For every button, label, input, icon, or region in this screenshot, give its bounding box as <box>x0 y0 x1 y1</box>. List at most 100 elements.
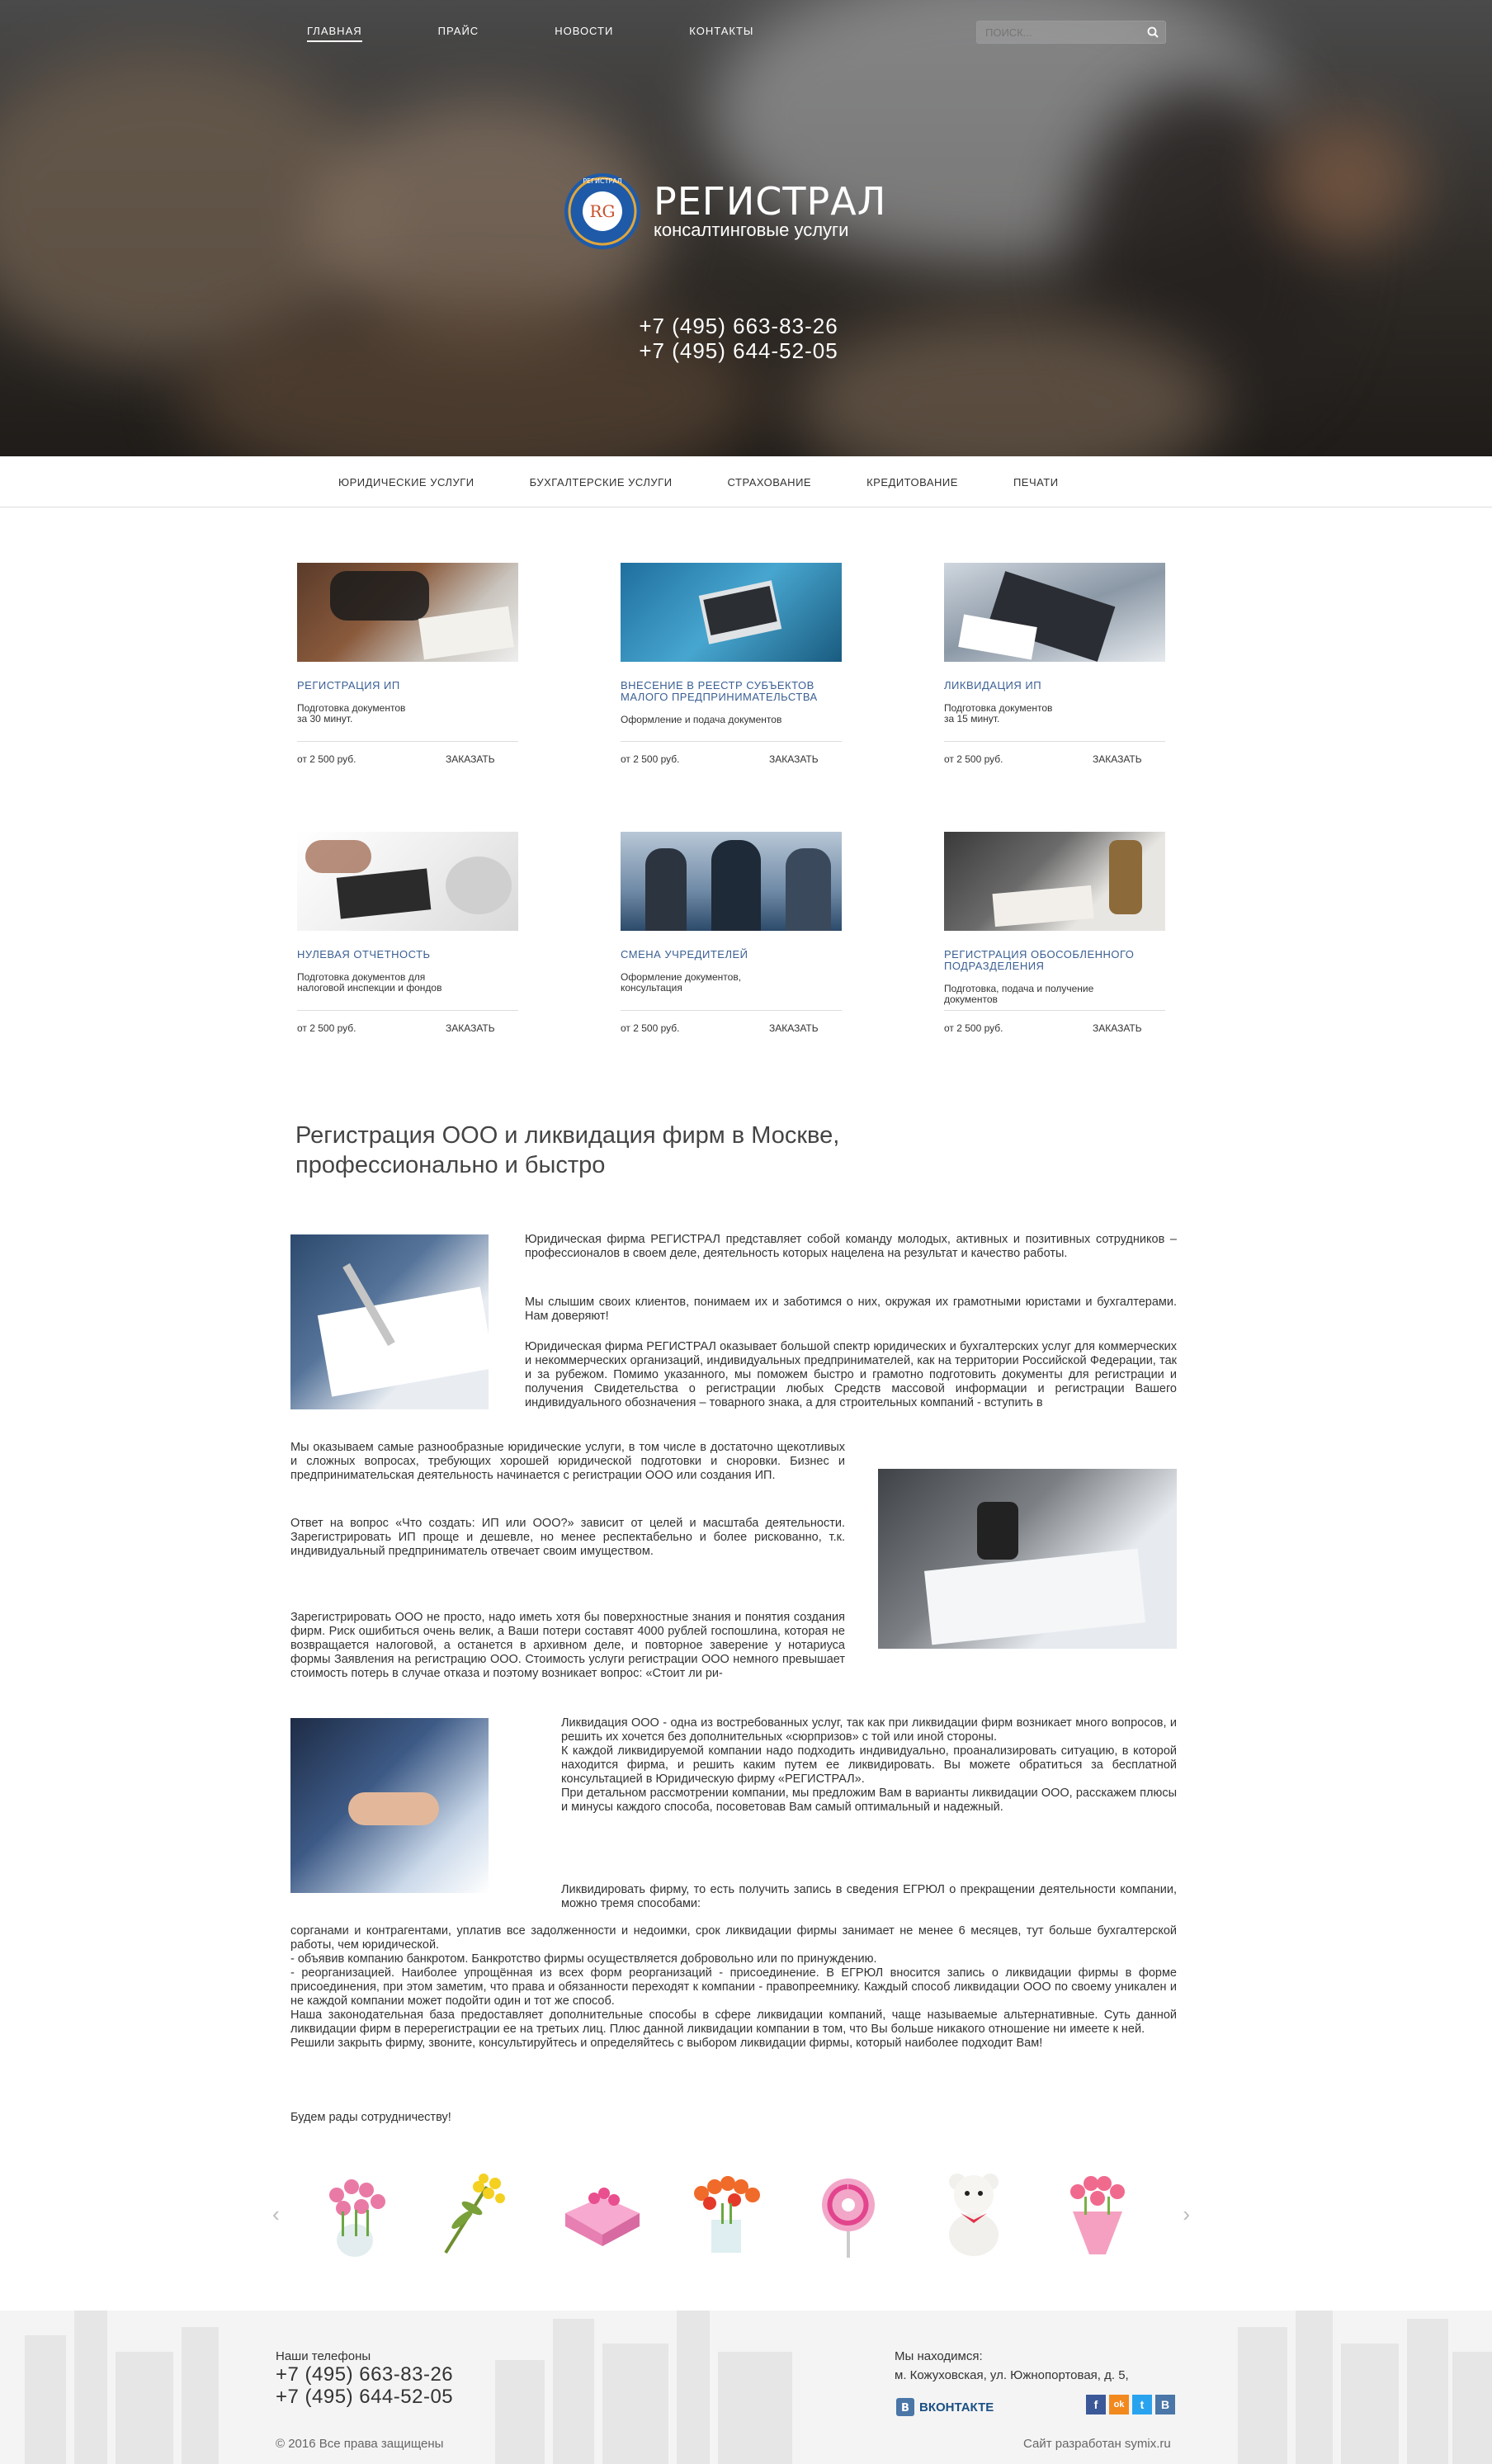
orange-tulips-icon[interactable] <box>677 2162 776 2261</box>
card-desc: Оформление и подача документов <box>621 714 782 725</box>
footer-phones: Наши телефоны +7 (495) 663-83-26 +7 (495… <box>276 2349 453 2408</box>
search-input[interactable] <box>977 21 1134 43</box>
subnav-insurance[interactable]: СТРАХОВАНИЕ <box>728 476 812 489</box>
card-desc: Подготовка документов для налоговой инсп… <box>297 971 442 994</box>
carousel-prev-icon[interactable]: ‹ <box>272 2202 280 2227</box>
order-button[interactable]: ЗАКАЗАТЬ <box>769 753 819 765</box>
facebook-icon[interactable]: f <box>1086 2395 1106 2414</box>
card-price: от 2 500 руб. <box>621 1022 680 1034</box>
social-links: f ok t B <box>1086 2395 1175 2414</box>
card-title[interactable]: Нулевая отчетность <box>297 949 518 961</box>
hero-phones: +7 (495) 663-83-26 +7 (495) 644-52-05 <box>0 314 1477 363</box>
nav-home[interactable]: ГЛАВНАЯ <box>307 25 362 42</box>
nav-price[interactable]: ПРАЙС <box>438 25 479 42</box>
card-price: от 2 500 руб. <box>297 1022 356 1034</box>
card-title[interactable]: Смена учредителей <box>621 949 842 961</box>
footer-location: Мы находимся: м. Кожуховская, ул. Южнопо… <box>895 2349 1129 2382</box>
article-p3: Юридическая фирма РЕГИСТРАЛ оказывает бо… <box>525 1340 1177 1409</box>
order-button[interactable]: ЗАКАЗАТЬ <box>1093 753 1142 765</box>
developer-credit[interactable]: Сайт разработан symix.ru <box>1023 2437 1171 2451</box>
gift-box-icon[interactable] <box>553 2162 652 2261</box>
city-skyline-icon <box>25 2311 1492 2464</box>
card-image <box>944 563 1165 662</box>
card-title[interactable]: Внесение в реестр субъектов малого предп… <box>621 680 842 703</box>
card-title[interactable]: Ликвидация ИП <box>944 680 1165 692</box>
card-desc: Оформление документов, консультация <box>621 971 742 994</box>
footer-phones-label: Наши телефоны <box>276 2349 371 2363</box>
service-card-smb-registry[interactable]: Внесение в реестр субъектов малого предп… <box>621 563 842 765</box>
search-icon[interactable] <box>1147 26 1159 38</box>
card-price: от 2 500 руб. <box>944 1022 1003 1034</box>
subnav-stamps[interactable]: ПЕЧАТИ <box>1013 476 1059 489</box>
service-card-ip-registration[interactable]: Регистрация ИП Подготовка документов за … <box>297 563 518 765</box>
nav-contacts[interactable]: КОНТАКТЫ <box>689 25 753 42</box>
article-p1: Юридическая фирма РЕГИСТРАЛ представляет… <box>525 1233 1177 1260</box>
subnav-legal[interactable]: ЮРИДИЧЕСКИЕ УСЛУГИ <box>338 476 475 489</box>
mimosa-icon[interactable] <box>429 2162 528 2261</box>
order-button[interactable]: ЗАКАЗАТЬ <box>446 753 495 765</box>
service-card-ip-liquidation[interactable]: Ликвидация ИП Подготовка документов за 1… <box>944 563 1165 765</box>
search-box <box>976 21 1166 44</box>
vk-icon: B <box>896 2398 914 2416</box>
card-price: от 2 500 руб. <box>297 753 356 765</box>
footer-phone-1[interactable]: +7 (495) 663-83-26 <box>276 2363 453 2386</box>
gift-carousel: ‹ › <box>272 2154 1190 2269</box>
article-p6: Зарегистрировать ООО не просто, надо име… <box>290 1611 845 1680</box>
copyright: © 2016 Все права защищены <box>276 2437 444 2451</box>
footer-location-label: Мы находимся: <box>895 2349 983 2363</box>
carousel-next-icon[interactable]: › <box>1183 2202 1190 2227</box>
card-price: от 2 500 руб. <box>944 753 1003 765</box>
odnoklassniki-icon[interactable]: ok <box>1109 2395 1129 2414</box>
card-image <box>297 832 518 931</box>
card-image <box>297 563 518 662</box>
services-nav: ЮРИДИЧЕСКИЕ УСЛУГИ БУХГАЛТЕРСКИЕ УСЛУГИ … <box>0 456 1492 507</box>
seal-text: РЕГИСТРАЛ <box>583 177 622 185</box>
article-p10: Будем рады сотрудничеству! <box>290 2111 451 2124</box>
footer-phone-2[interactable]: +7 (495) 644-52-05 <box>276 2386 453 2408</box>
seal-icon: RG РЕГИСТРАЛ <box>564 173 640 249</box>
order-button[interactable]: ЗАКАЗАТЬ <box>1093 1022 1142 1034</box>
footer <box>0 2311 1492 2464</box>
order-button[interactable]: ЗАКАЗАТЬ <box>769 1022 819 1034</box>
card-image <box>621 563 842 662</box>
svg-text:RG: RG <box>589 201 615 221</box>
service-card-branch-registration[interactable]: Регистрация обособленного подразделения … <box>944 832 1165 1034</box>
vkontakte-icon[interactable]: B <box>1155 2395 1175 2414</box>
hero-phone-2[interactable]: +7 (495) 644-52-05 <box>0 338 1477 363</box>
article-heading: Регистрация ООО и ликвидация фирм в Моск… <box>295 1122 840 1178</box>
article-p8: Ликвидировать фирму, то есть получить за… <box>561 1883 1177 1910</box>
lollipop-icon[interactable] <box>800 2162 899 2261</box>
vk-label: ВКОНТАКТЕ <box>919 2400 994 2414</box>
article-p7: Ликвидация ООО - одна из востребованных … <box>561 1716 1177 1814</box>
footer-address: м. Кожуховская, ул. Южнопортовая, д. 5, <box>895 2368 1129 2382</box>
service-card-zero-reporting[interactable]: Нулевая отчетность Подготовка документов… <box>297 832 518 1034</box>
article-photo-signing <box>290 1234 489 1409</box>
nav-news[interactable]: НОВОСТИ <box>555 25 613 42</box>
subnav-credit[interactable]: КРЕДИТОВАНИЕ <box>866 476 958 489</box>
brand-logo[interactable]: RG РЕГИСТРАЛ РЕГИСТРАЛ консалтинговые ус… <box>561 170 886 253</box>
article-photo-handshake <box>290 1718 489 1893</box>
tulips-vase-icon[interactable] <box>305 2162 404 2261</box>
card-desc: Подготовка, подача и получение документо… <box>944 983 1094 1005</box>
top-nav: ГЛАВНАЯ ПРАЙС НОВОСТИ КОНТАКТЫ <box>307 25 829 42</box>
card-desc: Подготовка документов за 30 минут. <box>297 702 406 725</box>
article-p5: Ответ на вопрос «Что создать: ИП или ООО… <box>290 1517 845 1558</box>
svg-text:B: B <box>901 2402 909 2414</box>
card-title[interactable]: Регистрация ИП <box>297 680 518 692</box>
order-button[interactable]: ЗАКАЗАТЬ <box>446 1022 495 1034</box>
vk-link[interactable]: B ВКОНТАКТЕ <box>896 2398 994 2416</box>
tulip-bouquet-icon[interactable] <box>1048 2162 1147 2261</box>
card-image <box>621 832 842 931</box>
teddy-bear-icon[interactable] <box>924 2162 1023 2261</box>
article-p2: Мы слышим своих клиентов, понимаем их и … <box>525 1296 1177 1323</box>
twitter-icon[interactable]: t <box>1132 2395 1152 2414</box>
article-photo-stamp <box>878 1469 1177 1649</box>
card-title[interactable]: Регистрация обособленного подразделения <box>944 949 1165 972</box>
article-p4: Мы оказываем самые разнообразные юридиче… <box>290 1441 845 1482</box>
service-card-founders-change[interactable]: Смена учредителей Оформление документов,… <box>621 832 842 1034</box>
card-desc: Подготовка документов за 15 минут. <box>944 702 1053 725</box>
article-p9: сорганами и контрагентами, уплатив все з… <box>290 1924 1177 2050</box>
hero-banner: ГЛАВНАЯ ПРАЙС НОВОСТИ КОНТАКТЫ RG РЕГИСТ… <box>0 0 1492 456</box>
subnav-accounting[interactable]: БУХГАЛТЕРСКИЕ УСЛУГИ <box>530 476 673 489</box>
hero-phone-1[interactable]: +7 (495) 663-83-26 <box>0 314 1477 338</box>
